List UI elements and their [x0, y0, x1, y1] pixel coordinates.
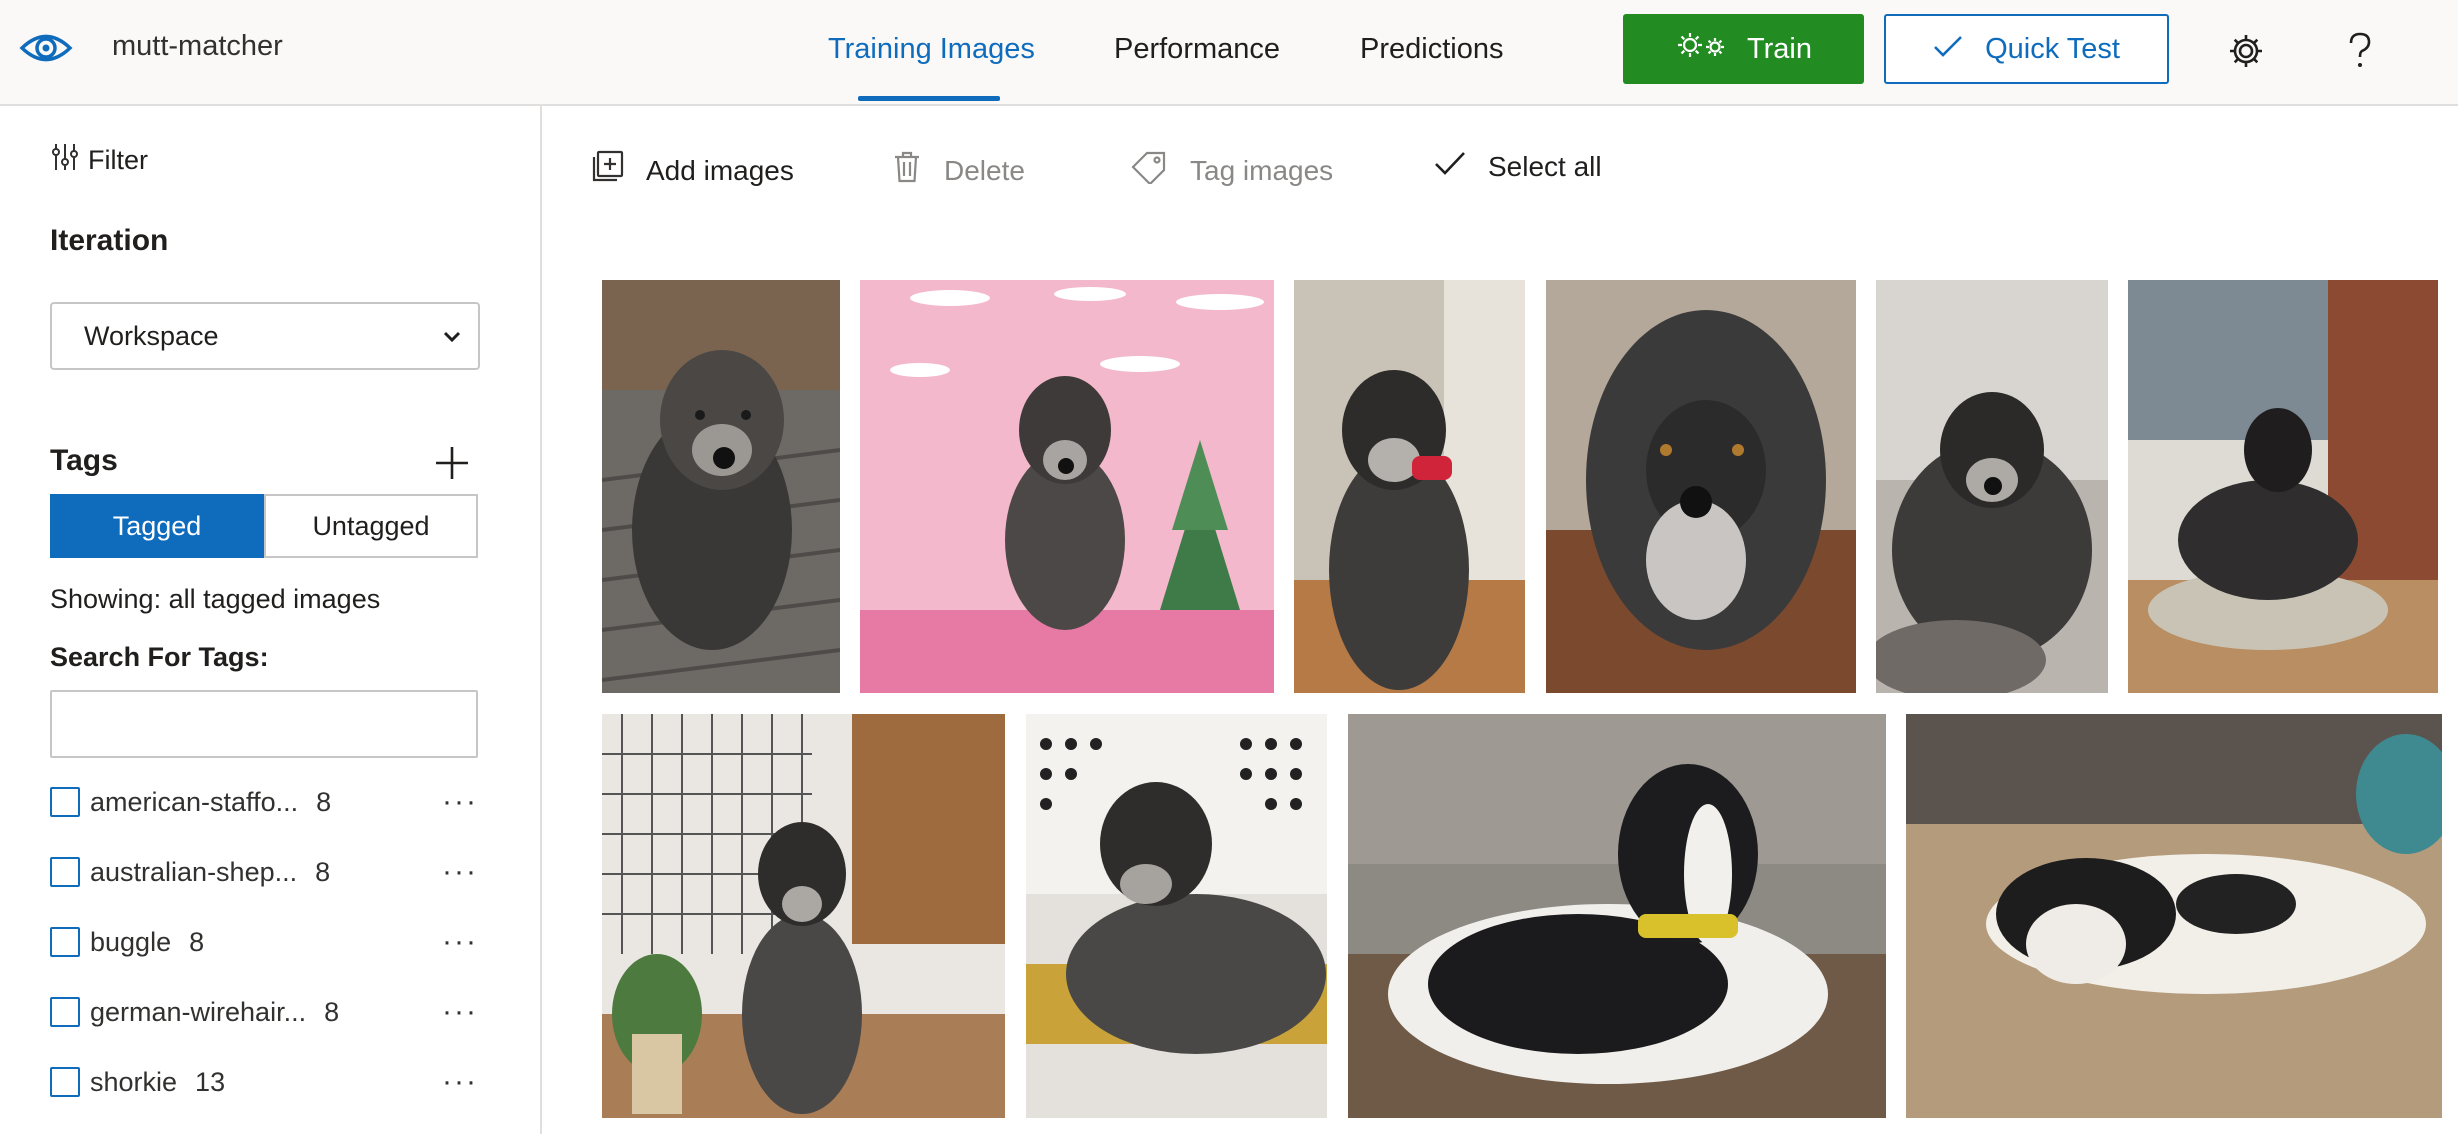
more-dots-icon[interactable]: ··· — [440, 1060, 480, 1104]
search-tags-input[interactable] — [50, 690, 478, 758]
dog-photo-thumbnail[interactable] — [2128, 280, 2438, 693]
dog-photo-thumbnail[interactable] — [860, 280, 1274, 693]
tag-item: australian-shep... 8 ··· — [50, 850, 480, 894]
chevron-down-icon — [440, 324, 464, 355]
tag-name: shorkie — [90, 1066, 178, 1097]
dog-photo-thumbnail[interactable] — [1026, 714, 1327, 1118]
settings-gear-icon[interactable] — [2221, 26, 2271, 76]
top-header: mutt-matcher Training Images Performance… — [0, 0, 2458, 106]
tab-predictions[interactable]: Predictions — [1360, 33, 1503, 66]
quick-test-button[interactable]: Quick Test — [1884, 14, 2169, 84]
iteration-select[interactable]: Workspace — [50, 302, 480, 370]
tag-checkbox[interactable] — [50, 1067, 80, 1097]
tag-checkbox[interactable] — [50, 927, 80, 957]
dog-photo-thumbnail[interactable] — [602, 280, 840, 693]
checkmark-icon — [1933, 33, 1963, 66]
tag-item: buggle 8 ··· — [50, 920, 480, 964]
eye-logo-icon — [18, 25, 74, 71]
tag-count: 8 — [315, 856, 331, 887]
help-question-icon[interactable] — [2335, 26, 2385, 76]
tag-count: 8 — [189, 926, 205, 957]
dog-photo-thumbnail[interactable] — [1546, 280, 1856, 693]
tag-item: shorkie 13 ··· — [50, 1060, 480, 1104]
dog-photo-thumbnail[interactable] — [1876, 280, 2108, 693]
filter-sliders-icon — [50, 142, 80, 179]
gears-icon — [1675, 30, 1729, 68]
tag-name: german-wirehair... — [90, 996, 307, 1027]
dog-photo-thumbnail[interactable] — [602, 714, 1005, 1118]
select-all-label: Select all — [1488, 150, 1602, 182]
app-name: mutt-matcher — [112, 30, 283, 62]
tag-images-label: Tag images — [1190, 154, 1334, 186]
add-images-button[interactable]: Add images — [590, 150, 794, 191]
search-tags-label: Search For Tags: — [50, 642, 269, 672]
tags-heading: Tags — [50, 444, 118, 477]
tag-images-button[interactable]: Tag images — [1130, 150, 1333, 191]
train-label: Train — [1747, 32, 1812, 65]
tag-checkbox[interactable] — [50, 787, 80, 817]
tag-name: australian-shep... — [90, 856, 298, 887]
add-image-icon — [590, 150, 624, 191]
tag-name: american-staffo... — [90, 786, 299, 817]
tag-count: 13 — [195, 1066, 226, 1097]
filter-label: Filter — [88, 145, 148, 175]
select-all-button[interactable]: Select all — [1434, 150, 1602, 183]
untagged-toggle[interactable]: Untagged — [264, 494, 478, 558]
add-images-label: Add images — [646, 154, 794, 186]
more-dots-icon[interactable]: ··· — [440, 850, 480, 894]
tag-icon — [1130, 150, 1168, 191]
tag-name: buggle — [90, 926, 172, 957]
active-tab-indicator — [858, 96, 1000, 101]
tagged-toggle[interactable]: Tagged — [50, 494, 264, 558]
dog-photo-thumbnail[interactable] — [1348, 714, 1886, 1118]
sidebar: Filter Iteration Workspace Tags Tagged U… — [0, 106, 542, 1134]
tag-count: 8 — [324, 996, 340, 1027]
tag-checkbox[interactable] — [50, 857, 80, 887]
more-dots-icon[interactable]: ··· — [440, 780, 480, 824]
checkmark-icon — [1434, 150, 1466, 183]
delete-label: Delete — [944, 154, 1025, 186]
tag-item: german-wirehair... 8 ··· — [50, 990, 480, 1034]
more-dots-icon[interactable]: ··· — [440, 990, 480, 1034]
tag-checkbox[interactable] — [50, 997, 80, 1027]
tab-performance[interactable]: Performance — [1114, 33, 1280, 66]
iteration-heading: Iteration — [50, 224, 169, 257]
tab-training-images[interactable]: Training Images — [828, 33, 1035, 66]
add-tag-plus-icon[interactable] — [432, 443, 472, 483]
trash-icon — [892, 150, 922, 191]
dog-photo-thumbnail[interactable] — [1294, 280, 1525, 693]
quick-test-label: Quick Test — [1985, 32, 2120, 65]
dog-photo-thumbnail[interactable] — [1906, 714, 2442, 1118]
more-dots-icon[interactable]: ··· — [440, 920, 480, 964]
iteration-value: Workspace — [84, 320, 219, 351]
filter-button[interactable]: Filter — [50, 142, 148, 179]
tag-count: 8 — [316, 786, 332, 817]
tag-item: american-staffo... 8 ··· — [50, 780, 480, 824]
train-button[interactable]: Train — [1623, 14, 1864, 84]
showing-status: Showing: all tagged images — [50, 584, 381, 614]
delete-button[interactable]: Delete — [892, 150, 1025, 191]
